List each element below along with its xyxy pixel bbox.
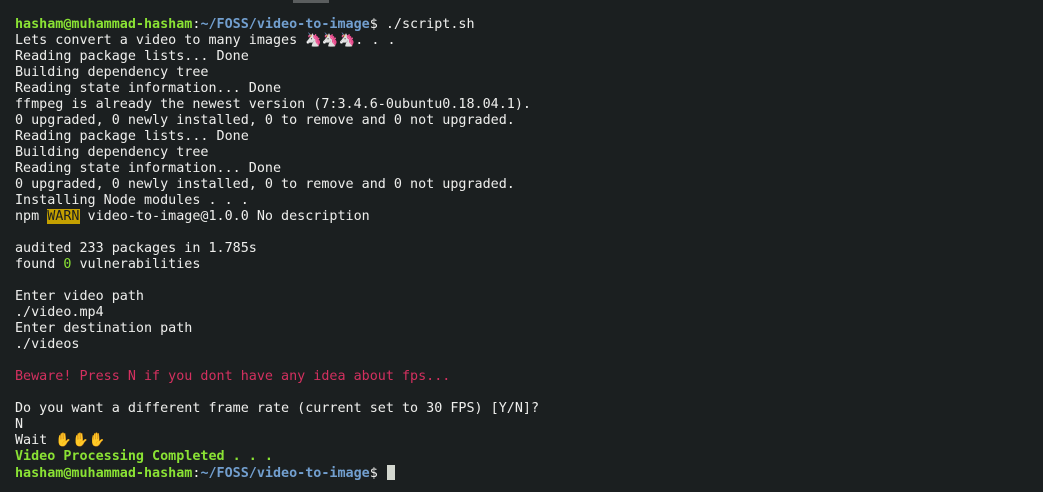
npm-prefix: npm (15, 209, 48, 224)
command-text: ./script.sh (377, 17, 475, 32)
prompt-cwd: ~/FOSS/video-to-image (200, 17, 370, 32)
scrollbar-thumb[interactable] (293, 0, 329, 3)
wait-line: Wait ✋✋✋ (15, 433, 1043, 449)
output-line: Reading state information... Done (15, 81, 282, 96)
text-cursor[interactable] (386, 465, 395, 480)
completion-line: Video Processing Completed . . . (15, 449, 273, 464)
prompt-symbol: $ (369, 17, 378, 32)
output-line: ffmpeg is already the newest version (7:… (15, 97, 531, 112)
output-text: Wait (15, 433, 56, 448)
prompt-user-host: hasham@muhammad-hasham (15, 17, 193, 32)
user-input-line: N (15, 417, 24, 432)
terminal-window[interactable]: hasham@muhammad-hasham:~/FOSS/video-to-i… (0, 0, 1043, 492)
prompt-line-command: hasham@muhammad-hasham:~/FOSS/video-to-i… (15, 17, 1043, 33)
user-input-line: ./videos (15, 337, 80, 352)
output-text: found (15, 257, 64, 272)
output-line: Lets convert a video to many images 🦄🦄🦄.… (15, 33, 1043, 49)
unicorn-emoji-icon: 🦄🦄🦄 (305, 33, 356, 48)
user-input-line: ./video.mp4 (15, 305, 104, 320)
warn-badge: WARN (47, 209, 80, 224)
output-line: 0 upgraded, 0 newly installed, 0 to remo… (15, 177, 515, 192)
npm-warn-line: npm WARN video-to-image@1.0.0 No descrip… (15, 209, 1043, 225)
output-line: Enter video path (15, 289, 144, 304)
output-line: Installing Node modules . . . (15, 193, 249, 208)
prompt-line-current[interactable]: hasham@muhammad-hasham:~/FOSS/video-to-i… (15, 465, 1043, 481)
output-line: Building dependency tree (15, 65, 209, 80)
warn-message: video-to-image@1.0.0 No description (79, 209, 370, 224)
output-line: audited 233 packages in 1.785s (15, 241, 257, 256)
output-line: Reading package lists... Done (15, 49, 249, 64)
prompt-cwd: ~/FOSS/video-to-image (200, 466, 370, 481)
output-line: Do you want a different frame rate (curr… (15, 401, 540, 416)
output-line: 0 upgraded, 0 newly installed, 0 to remo… (15, 113, 515, 128)
output-text: vulnerabilities (71, 257, 201, 272)
output-line: Building dependency tree (15, 145, 209, 160)
raised-hand-emoji-icon: ✋✋✋ (55, 433, 106, 448)
prompt-symbol: $ (369, 466, 378, 481)
output-line: Reading package lists... Done (15, 129, 249, 144)
output-line: Reading state information... Done (15, 161, 282, 176)
output-text: Lets convert a video to many images (15, 33, 306, 48)
prompt-user-host: hasham@muhammad-hasham (15, 466, 193, 481)
output-text: . . . (355, 33, 396, 48)
vulnerabilities-line: found 0 vulnerabilities (15, 257, 1043, 273)
output-line: Enter destination path (15, 321, 193, 336)
fps-warning-line: Beware! Press N if you dont have any ide… (15, 369, 451, 384)
